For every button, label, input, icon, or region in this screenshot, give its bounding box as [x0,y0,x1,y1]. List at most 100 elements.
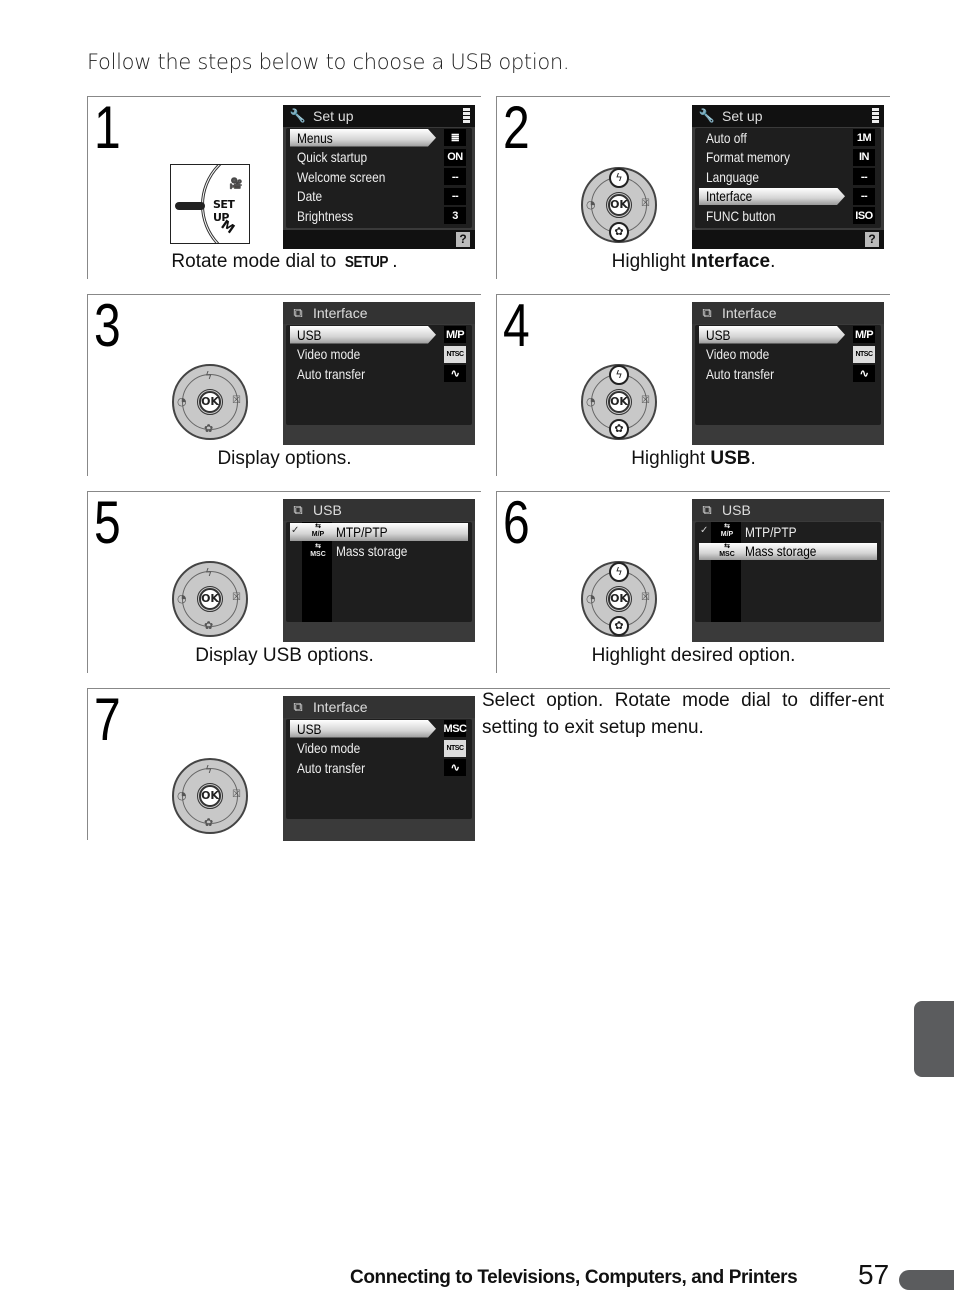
menu-row: Date -- [286,187,472,207]
menu-row: Auto transfer ∿ [695,364,881,384]
interface-icon: ⧉ [293,305,303,320]
usb-icon: MSC [444,720,467,737]
step-number: 3 [94,292,121,359]
macro-button-icon: ✿ [609,616,629,636]
macro-button-icon: ✿ [609,419,629,439]
menus-icon: ≣ [444,129,466,146]
multi-selector: ϟ ◔ ☒ ✿ OK [172,758,248,834]
menu-row: USB M/P [286,325,472,345]
step-caption: Highlight Interface. [611,251,776,272]
step-caption: Display USB options. [195,645,374,666]
flash-icon: ϟ [205,369,213,382]
step-number: 4 [503,292,530,359]
usb-icon: M/P [853,326,875,343]
dial-indicator [175,202,205,210]
ok-button: OK [606,192,632,218]
menu-row: Video mode NTSC [286,739,472,759]
usb-icon: ⇆ MSC [719,542,735,558]
step-5-panel: 5 ϟ ◔ ☒ ✿ OK ⧉ USB ✓ ⇆ M/P MTP/PTP ⇆ MSC Mass … [87,489,481,673]
multi-selector: ϟ ◔ ☒ ✿ OK [172,561,248,637]
screen-title: Interface [313,699,368,715]
step-number: 1 [94,94,121,161]
menu-row: FUNC button ISO [695,206,881,226]
camera-screen: ⧉ USB ✓ ⇆ M/P MTP/PTP ⇆ MSC Mass storage [692,499,884,642]
self-timer-icon: ◔ [586,395,596,408]
option-row: ⇆ MSC Mass storage [286,542,472,562]
auto-transfer-icon: ∿ [444,365,466,382]
flash-button-icon: ϟ [609,562,629,582]
exposure-comp-icon: ☒ [232,789,241,800]
multi-selector: ϟ ◔ ☒ ✿ OK [172,364,248,440]
flash-icon: ϟ [205,763,213,776]
step-number: 7 [94,686,121,753]
step-caption: Highlight USB. [631,448,756,469]
macro-icon: ✿ [204,816,214,829]
chapter-tab [914,1001,954,1077]
step-number: 6 [503,489,530,556]
menu-row: Brightness 3 [286,206,472,226]
self-timer-icon: ◔ [586,592,596,605]
ok-button: OK [197,389,223,415]
camera-screen: ⧉ USB ✓ ⇆ M/P MTP/PTP ⇆ MSC Mass storage [283,499,475,642]
self-timer-icon: ◔ [177,592,187,605]
interface-icon: ⧉ [702,305,712,320]
wrench-icon: 🔧 [289,108,307,123]
menu-row: Video mode NTSC [695,345,881,365]
exposure-comp-icon: ☒ [641,198,650,209]
ok-button: OK [606,389,632,415]
menu-row: Format memory IN [695,148,881,168]
camera-screen: 🔧 Set up Menus ≣ Quick startup ON Welcome s… [283,105,475,249]
flash-icon: ϟ [205,566,213,579]
menu-row: Welcome screen -- [286,167,472,187]
intro-text: Follow the steps below to choose a USB o… [87,50,570,74]
screen-title: USB [722,502,751,518]
exposure-comp-icon: ☒ [641,395,650,406]
menu-row: Language -- [695,167,881,187]
ok-button: OK [197,783,223,809]
self-timer-icon: ◔ [177,395,187,408]
check-icon: ✓ [291,525,300,536]
screen-title: Interface [313,305,368,321]
option-row: ✓ ⇆ M/P MTP/PTP [286,522,472,542]
step-3-panel: 3 ϟ ◔ ☒ ✿ OK ⧉ Interface USB M/P Video mod… [87,292,481,476]
macro-icon: ✿ [204,422,214,435]
scroll-indicator [463,108,470,124]
step-caption: Display options. [217,448,352,469]
interface-icon: ⧉ [702,502,712,517]
multi-selector: ϟ ◔ ☒ ✿ OK [581,167,657,243]
usb-icon: ⇆ M/P [720,523,734,538]
menu-row: USB MSC [286,719,472,739]
scroll-indicator [872,108,879,124]
camera-screen: ⧉ Interface USB M/P Video mode NTSC Auto tr… [283,302,475,445]
self-timer-icon: ◔ [177,789,187,802]
auto-transfer-icon: ∿ [853,365,875,382]
check-icon: ✓ [700,525,709,536]
ok-button: OK [606,586,632,612]
flash-button-icon: ϟ [609,168,629,188]
page-number: 57 [858,1259,890,1290]
step-number: 2 [503,94,530,161]
macro-button-icon: ✿ [609,222,629,242]
step-6-panel: 6 ϟ ◔ ☒ ✿ OK ⧉ USB ✓ ⇆ M/P MTP/PTP ⇆ MSC Mass … [496,489,890,673]
menu-row: Menus ≣ [286,128,472,148]
camera-screen: ⧉ Interface USB M/P Video mode NTSC Auto tr… [692,302,884,445]
step-1-panel: 1 🎥 SET UP M 🔧 Set up Menus ≣ Quick startu… [87,94,481,279]
step-caption: Highlight desired option. [591,645,796,666]
interface-icon: ⧉ [293,699,303,714]
usb-icon: M/P [444,326,466,343]
self-timer-icon: ◔ [586,198,596,211]
step-7-text: Select option. Rotate mode dial to diffe… [482,690,884,738]
exposure-comp-icon: ☒ [232,395,241,406]
section-title: Connecting to Televisions, Computers, an… [350,1267,798,1288]
screen-title: Set up [722,108,763,124]
screen-title: Interface [722,305,777,321]
menu-row: USB M/P [695,325,881,345]
ok-button: OK [197,586,223,612]
step-caption: Rotate mode dial to SETUP. [171,251,398,272]
option-row: ⇆ MSC Mass storage [695,542,881,562]
usb-icon: ⇆ MSC [310,542,326,558]
step-7-panel: 7 ϟ ◔ ☒ ✿ OK ⧉ Interface USB MSC Video mod… [87,686,890,841]
step-4-panel: 4 ϟ ◔ ☒ ✿ OK ⧉ Interface USB M/P Video mod… [496,292,890,476]
menu-row: Auto off 1M [695,128,881,148]
menu-row: Interface -- [695,187,881,207]
